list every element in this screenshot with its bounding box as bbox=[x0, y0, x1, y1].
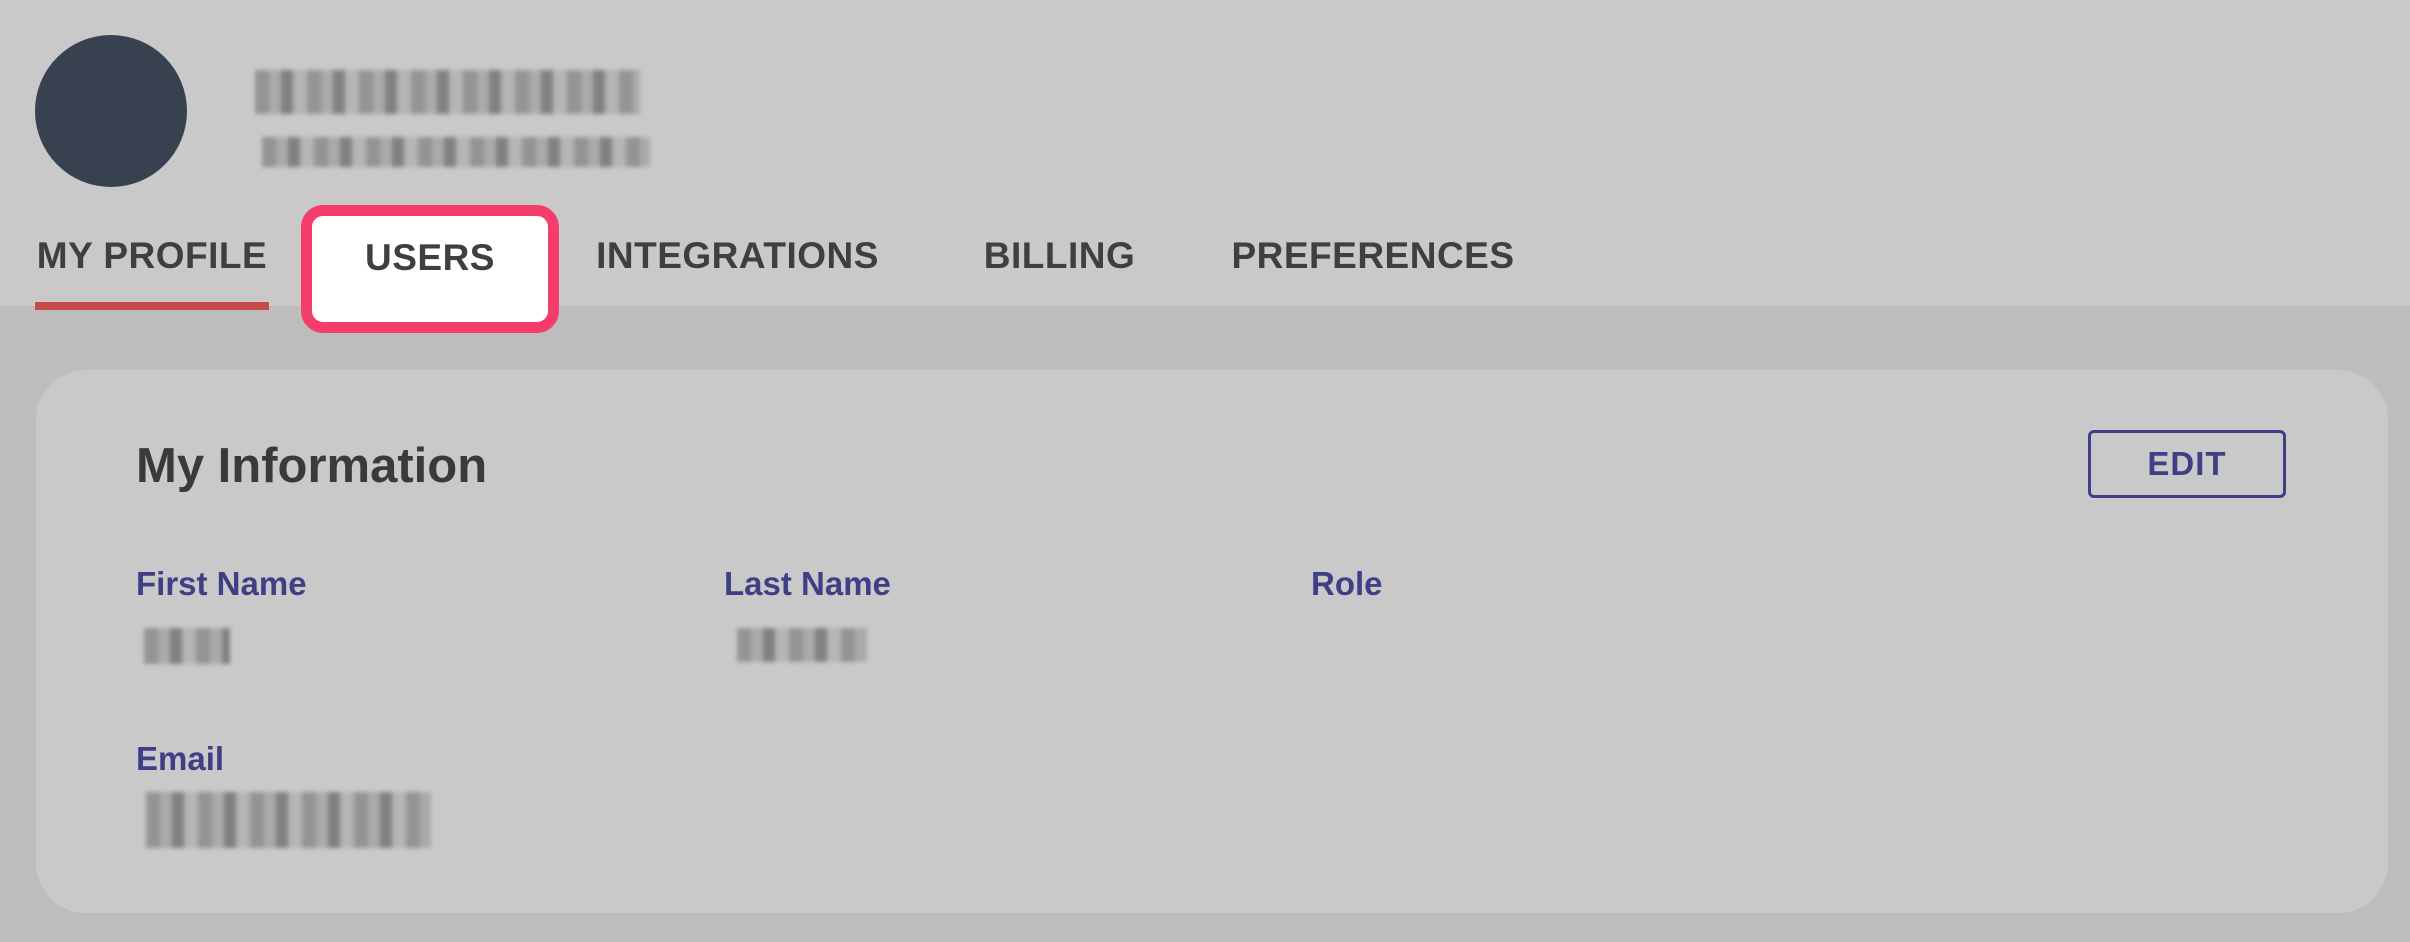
my-information-card: My Information EDIT First Name Last Name… bbox=[36, 370, 2388, 913]
tab-users[interactable]: USERS bbox=[301, 205, 559, 333]
profile-header: MY PROFILE USERS INTEGRATIONS BILLING PR… bbox=[0, 0, 2410, 333]
edit-button[interactable]: EDIT bbox=[2088, 430, 2286, 498]
tab-billing[interactable]: BILLING bbox=[983, 205, 1136, 306]
card-title: My Information bbox=[136, 439, 488, 493]
tab-my-profile[interactable]: MY PROFILE bbox=[35, 205, 269, 310]
email-label: Email bbox=[136, 740, 225, 777]
user-email-redacted bbox=[262, 137, 650, 167]
last-name-value-redacted bbox=[737, 628, 867, 662]
user-name-redacted bbox=[255, 70, 640, 114]
tab-integrations[interactable]: INTEGRATIONS bbox=[596, 205, 878, 306]
avatar bbox=[35, 35, 187, 187]
last-name-label: Last Name bbox=[724, 565, 891, 602]
settings-tabs: MY PROFILE USERS INTEGRATIONS BILLING PR… bbox=[0, 205, 2410, 333]
tab-my-profile-label: MY PROFILE bbox=[36, 234, 268, 276]
tab-users-label: USERS bbox=[365, 237, 495, 278]
tab-billing-label: BILLING bbox=[983, 234, 1136, 276]
tab-preferences[interactable]: PREFERENCES bbox=[1231, 205, 1514, 306]
first-name-label: First Name bbox=[136, 565, 307, 602]
tab-integrations-label: INTEGRATIONS bbox=[596, 234, 879, 276]
role-label: Role bbox=[1311, 565, 1383, 602]
email-value-redacted bbox=[146, 792, 431, 848]
tab-preferences-label: PREFERENCES bbox=[1231, 234, 1515, 276]
first-name-value-redacted bbox=[144, 628, 230, 664]
